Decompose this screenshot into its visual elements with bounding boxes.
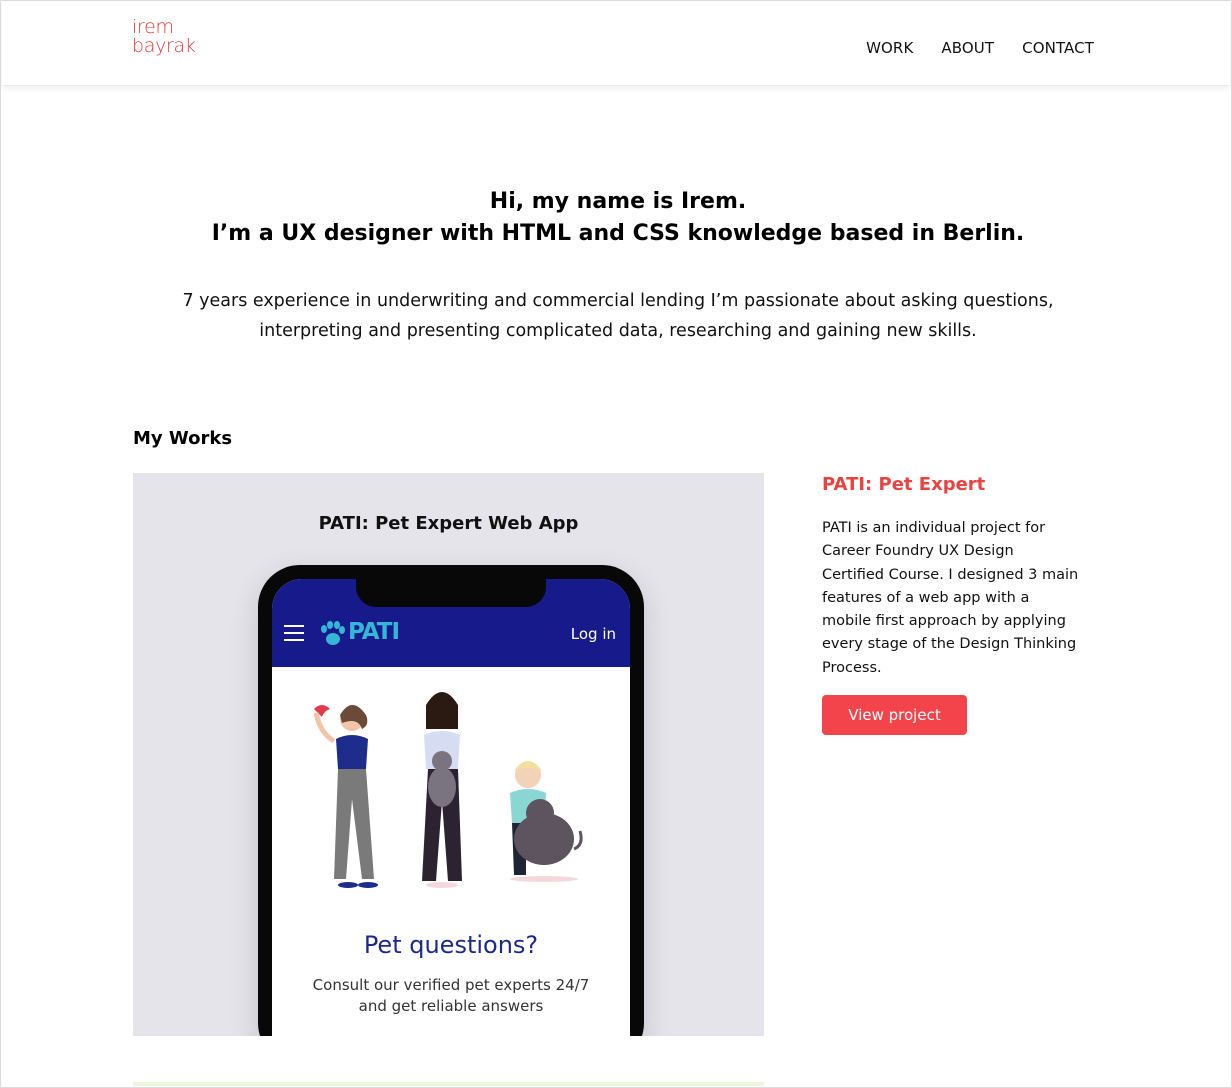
phone-screen: PATI Log in Pet questions? Consult our v… xyxy=(272,579,630,1036)
app-login-link: Log in xyxy=(570,625,616,643)
app-heading: Pet questions? xyxy=(363,931,539,959)
phone-mockup: PATI Log in Pet questions? Consult our v… xyxy=(258,565,644,1036)
project-description: PATI is an individual project for Career… xyxy=(822,517,1097,680)
next-project-preview-edge xyxy=(133,1082,764,1086)
hero-title-line-2: I’m a UX designer with HTML and CSS know… xyxy=(211,221,1025,246)
site-logo[interactable]: irem bayrak xyxy=(132,18,196,56)
hero-intro-line-1: 7 years experience in underwriting and c… xyxy=(182,291,1054,311)
project-thumbnail[interactable]: PATI: Pet Expert Web App PATI Log in Pet… xyxy=(133,473,764,1036)
project-desc-line: Process. xyxy=(822,659,882,676)
project-title[interactable]: PATI: Pet Expert xyxy=(822,474,985,495)
app-logo: PATI xyxy=(348,619,400,645)
project-desc-line: Career Foundry UX Design xyxy=(822,543,1014,560)
logo-line-2: bayrak xyxy=(132,35,196,57)
site-header: irem bayrak WORK ABOUT CONTACT xyxy=(2,2,1230,86)
view-project-button[interactable]: View project xyxy=(822,695,967,735)
project-desc-line: mobile first approach by applying xyxy=(822,613,1066,630)
project-desc-line: every stage of the Design Thinking xyxy=(822,636,1077,653)
main-nav: WORK ABOUT CONTACT xyxy=(866,39,1094,57)
hero-title: Hi, my name is Irem. I’m a UX designer w… xyxy=(0,186,1232,250)
project-image-title: PATI: Pet Expert Web App xyxy=(318,513,579,534)
project-desc-line: PATI is an individual project for xyxy=(822,520,1046,536)
app-sub-line-1: Consult our verified pet experts 24/7 xyxy=(312,976,590,994)
project-desc-line: features of a web app with a xyxy=(822,589,1030,606)
hero-intro: 7 years experience in underwriting and c… xyxy=(0,286,1232,346)
nav-about[interactable]: ABOUT xyxy=(941,39,994,57)
app-subheading: Consult our verified pet experts 24/7 an… xyxy=(272,975,630,1017)
hamburger-menu-icon xyxy=(284,625,304,641)
nav-contact[interactable]: CONTACT xyxy=(1022,39,1094,57)
project-desc-line: Certified Course. I designed 3 main xyxy=(822,566,1079,583)
people-with-pets-illustration xyxy=(313,692,583,888)
hero-title-line-1: Hi, my name is Irem. xyxy=(489,189,747,214)
works-heading: My Works xyxy=(133,428,233,449)
paw-icon xyxy=(321,621,345,645)
app-sub-line-2: and get reliable answers xyxy=(358,997,544,1015)
nav-work[interactable]: WORK xyxy=(866,39,913,57)
phone-notch xyxy=(356,579,546,607)
hero-intro-line-2: interpreting and presenting complicated … xyxy=(259,321,977,341)
